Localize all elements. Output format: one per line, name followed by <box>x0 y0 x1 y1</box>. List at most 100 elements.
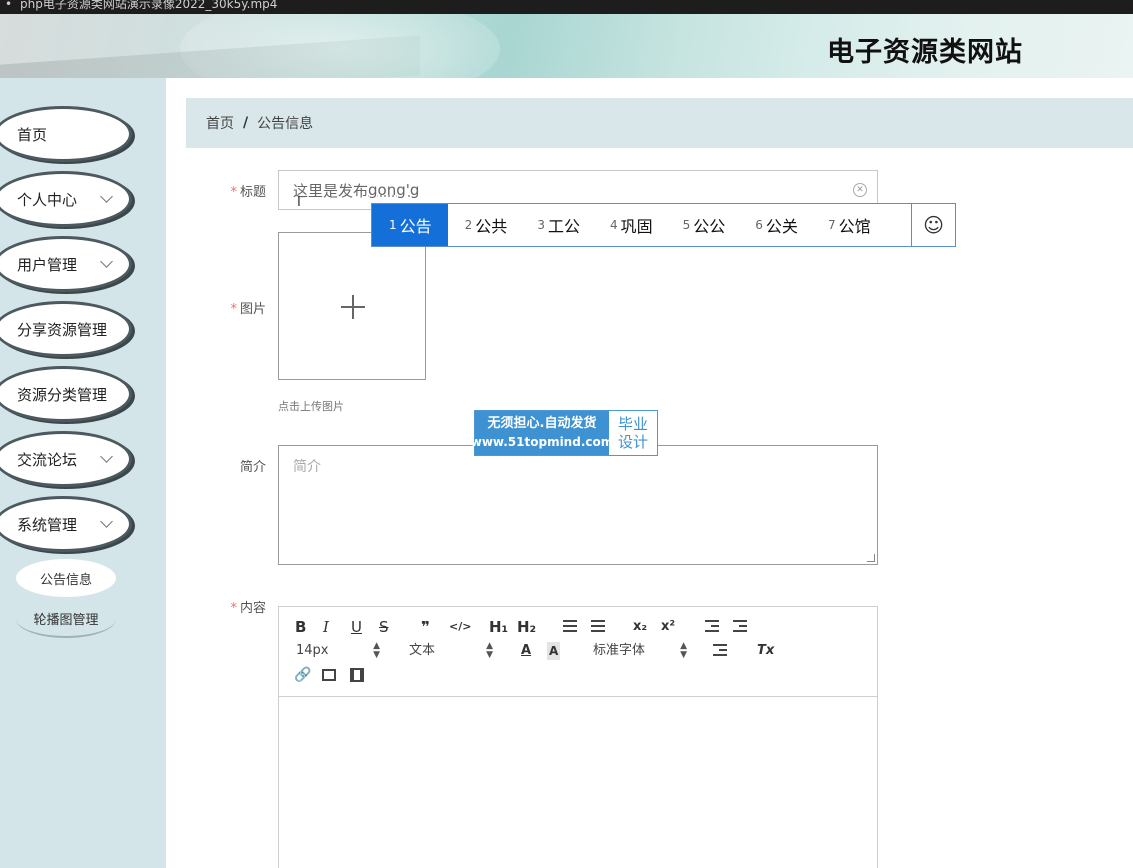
subscript-button[interactable]: x₂ <box>633 618 647 636</box>
image-label: * 图片 <box>226 298 266 317</box>
content-label: * 内容 <box>226 597 266 616</box>
window-title: php电子资源类网站演示录像2022_30k5y.mp4 <box>20 0 278 11</box>
breadcrumb: 首页 / 公告信息 <box>186 98 1133 148</box>
intro-placeholder: 简介 <box>293 459 321 475</box>
title-label-text: 标题 <box>239 185 266 200</box>
sidebar-subitem-label: 公告信息 <box>39 572 92 588</box>
title-input-value: 这里是发布 <box>293 181 369 200</box>
ime-candidate[interactable]: 1 公告 <box>372 204 448 246</box>
h2-button[interactable]: H₂ <box>517 618 536 636</box>
font-size-select[interactable]: 14px ▲ ▼ <box>296 642 380 660</box>
image-uploader[interactable] <box>278 232 426 380</box>
sidebar-item-personal-center[interactable]: 个人中心 <box>0 171 132 227</box>
ime-candidate[interactable]: 7 公馆 <box>811 204 884 246</box>
ime-candidate[interactable]: 4 巩固 <box>593 204 666 246</box>
header-banner: 电子资源类网站 <box>0 14 1133 78</box>
sidebar-item-label: 系统管理 <box>17 515 78 534</box>
align-icon[interactable] <box>713 644 727 662</box>
watermark-right: 毕业 设计 <box>609 411 657 455</box>
sidebar-item-system-management[interactable]: 系统管理 <box>0 496 132 552</box>
ime-candidate[interactable]: 3 工公 <box>520 204 593 246</box>
image-icon[interactable] <box>322 669 336 681</box>
sidebar-subitem-announcements[interactable]: 公告信息 <box>16 559 116 597</box>
required-mark: * <box>230 601 237 616</box>
intro-textarea[interactable]: 简介 <box>278 445 878 565</box>
link-icon[interactable]: 🔗 <box>294 666 311 684</box>
watermark-slogan: 无须担心.自动发货 <box>487 416 597 431</box>
background-color-icon[interactable]: A <box>547 642 561 660</box>
resize-grip-icon[interactable] <box>867 554 875 562</box>
select-arrows-icon: ▲ ▼ <box>486 641 493 660</box>
watermark-tag-1: 毕业 <box>617 415 648 433</box>
sidebar-item-label: 用户管理 <box>17 255 78 274</box>
font-family-value: 标准字体 <box>593 643 646 658</box>
breadcrumb-current: 公告信息 <box>257 116 314 132</box>
window-titlebar: • php电子资源类网站演示录像2022_30k5y.mp4 <box>0 0 1133 14</box>
editor-toolbar: B I U S ❞ </> H₁ H₂ x₂ x² 14px ▲ ▼ 文本 ▲ ▼ … <box>279 607 877 697</box>
italic-button[interactable]: I <box>323 618 329 636</box>
font-size-value: 14px <box>296 643 329 658</box>
required-mark: * <box>230 302 237 317</box>
intro-label: 简介 <box>239 460 266 475</box>
watermark-left: 无须担心.自动发货 www.51topmind.com <box>471 411 613 455</box>
sidebar-item-label: 分享资源管理 <box>17 320 108 339</box>
strike-button[interactable]: S <box>379 618 389 636</box>
ime-candidate[interactable]: 6 公关 <box>738 204 811 246</box>
title-input-composition: gong'g <box>368 181 420 199</box>
sidebar-item-forum[interactable]: 交流论坛 <box>0 431 132 487</box>
block-type-value: 文本 <box>409 643 436 658</box>
outdent-icon[interactable] <box>705 620 719 638</box>
superscript-button[interactable]: x² <box>661 618 675 636</box>
text-cursor-icon: I <box>297 195 301 210</box>
titlebar-dot: • <box>5 0 13 11</box>
font-color-icon[interactable]: A <box>521 642 531 660</box>
site-title: 电子资源类网站 <box>827 37 1023 68</box>
sidebar-item-shared-resources[interactable]: 分享资源管理 <box>0 301 132 357</box>
ime-candidate-bar: 1 公告 2 公共 3 工公 4 巩固 5 公公 6 公关 7 公馆 ☺ <box>371 203 956 247</box>
ime-candidate[interactable]: 5 公公 <box>666 204 739 246</box>
sidebar-item-resource-categories[interactable]: 资源分类管理 <box>0 366 132 422</box>
required-mark: * <box>230 185 237 200</box>
block-type-select[interactable]: 文本 ▲ ▼ <box>409 642 493 660</box>
clear-icon[interactable]: ✕ <box>853 183 867 197</box>
watermark-badge: 无须担心.自动发货 www.51topmind.com 毕业 设计 <box>471 410 658 456</box>
sidebar-item-label: 交流论坛 <box>17 450 78 469</box>
emoji-icon[interactable]: ☺ <box>911 204 955 246</box>
watermark-url: www.51topmind.com <box>470 435 614 449</box>
upload-hint: 点击上传图片 <box>278 400 344 413</box>
sidebar: 首页 个人中心 用户管理 分享资源管理 资源分类管理 交流论坛 系统管理 公告信… <box>0 78 166 868</box>
select-arrows-icon: ▲ ▼ <box>680 641 687 660</box>
bold-button[interactable]: B <box>295 618 306 636</box>
breadcrumb-home[interactable]: 首页 <box>206 113 234 133</box>
chevron-down-icon <box>100 190 113 203</box>
h1-button[interactable]: H₁ <box>489 618 508 636</box>
rich-text-editor[interactable]: B I U S ❞ </> H₁ H₂ x₂ x² 14px ▲ ▼ 文本 ▲ ▼ … <box>278 606 878 868</box>
ime-candidate[interactable]: 2 公共 <box>448 204 521 246</box>
ordered-list-icon[interactable] <box>563 620 577 638</box>
sidebar-item-label: 资源分类管理 <box>17 385 108 404</box>
font-family-select[interactable]: 标准字体 ▲ ▼ <box>593 642 687 660</box>
watermark-tag-2: 设计 <box>617 433 648 451</box>
image-label-text: 图片 <box>239 302 266 317</box>
content-label-text: 内容 <box>239 601 266 616</box>
title-label: * 标题 <box>226 181 266 200</box>
breadcrumb-separator: / <box>243 115 249 131</box>
video-icon[interactable] <box>350 668 364 682</box>
sidebar-subitem-carousel[interactable]: 轮播图管理 <box>16 600 116 638</box>
sidebar-subitem-label: 轮播图管理 <box>33 612 99 628</box>
sidebar-item-label: 首页 <box>17 125 48 144</box>
select-arrows-icon: ▲ ▼ <box>373 641 380 660</box>
plus-icon <box>341 295 365 319</box>
chevron-down-icon <box>100 450 113 463</box>
quote-button[interactable]: ❞ <box>421 618 430 636</box>
underline-button[interactable]: U <box>351 618 362 636</box>
chevron-down-icon <box>100 515 113 528</box>
code-button[interactable]: </> <box>449 618 471 636</box>
indent-icon[interactable] <box>733 620 747 638</box>
bullet-list-icon[interactable] <box>591 620 605 638</box>
sidebar-item-user-management[interactable]: 用户管理 <box>0 236 132 292</box>
clean-format-button[interactable]: Tx <box>757 642 774 660</box>
sidebar-item-home[interactable]: 首页 <box>0 106 132 162</box>
sidebar-item-label: 个人中心 <box>17 190 78 209</box>
chevron-down-icon <box>100 255 113 268</box>
